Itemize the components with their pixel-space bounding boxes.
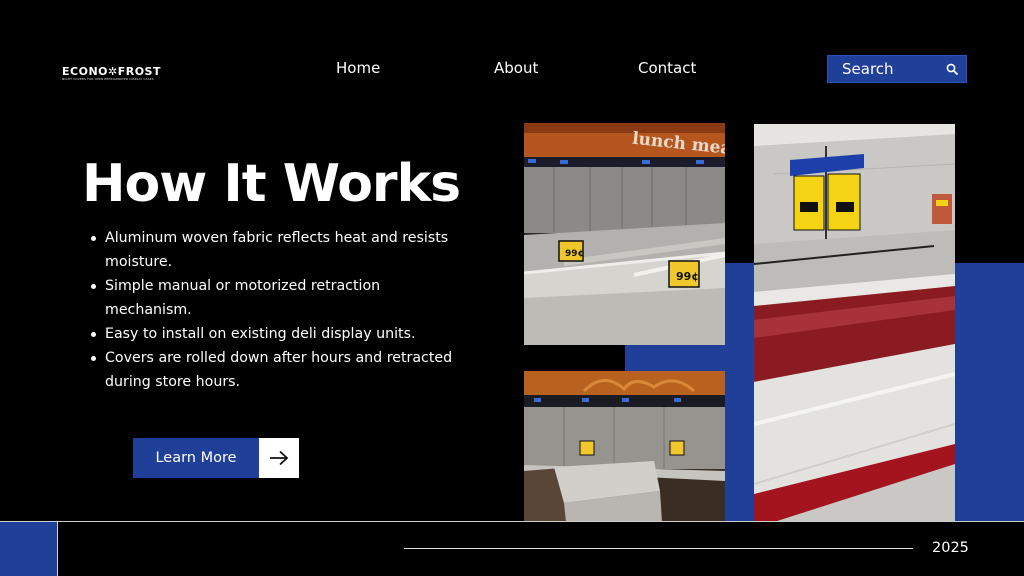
footer-divider bbox=[57, 522, 58, 576]
photo-freezer-case bbox=[754, 124, 955, 522]
page-title: How It Works bbox=[82, 154, 461, 214]
nav-contact-link[interactable]: Contact bbox=[638, 59, 696, 77]
footer-blue-block bbox=[0, 522, 57, 576]
photo-deli-case-covered: lunch meat 99¢ 99¢ bbox=[524, 123, 725, 345]
feature-list: Aluminum woven fabric reflects heat and … bbox=[90, 226, 470, 394]
feature-item: Aluminum woven fabric reflects heat and … bbox=[90, 226, 470, 274]
feature-item: Easy to install on existing deli display… bbox=[90, 322, 470, 346]
learn-more-label: Learn More bbox=[133, 438, 259, 478]
footer-top-border bbox=[0, 521, 1024, 522]
footer-rule bbox=[404, 548, 913, 549]
search-label: Search bbox=[842, 60, 894, 78]
photo-display-row bbox=[524, 371, 725, 522]
price-tag: 99¢ bbox=[676, 270, 699, 283]
nav-about-link[interactable]: About bbox=[494, 59, 538, 77]
footer-year: 2025 bbox=[932, 540, 969, 556]
brand-name: ECONO✲FROST bbox=[62, 65, 161, 78]
search-button[interactable]: Search bbox=[827, 55, 967, 83]
price-tag: 99¢ bbox=[565, 249, 584, 259]
arrow-right-icon bbox=[259, 438, 299, 478]
feature-item: Covers are rolled down after hours and r… bbox=[90, 346, 470, 394]
nav-home-link[interactable]: Home bbox=[336, 59, 380, 77]
brand-logo[interactable]: ECONO✲FROST NIGHT COVERS FOR OPEN REFRIG… bbox=[62, 66, 174, 82]
search-icon bbox=[938, 63, 966, 75]
learn-more-button[interactable]: Learn More bbox=[133, 438, 299, 478]
feature-item: Simple manual or motorized retraction me… bbox=[90, 274, 470, 322]
